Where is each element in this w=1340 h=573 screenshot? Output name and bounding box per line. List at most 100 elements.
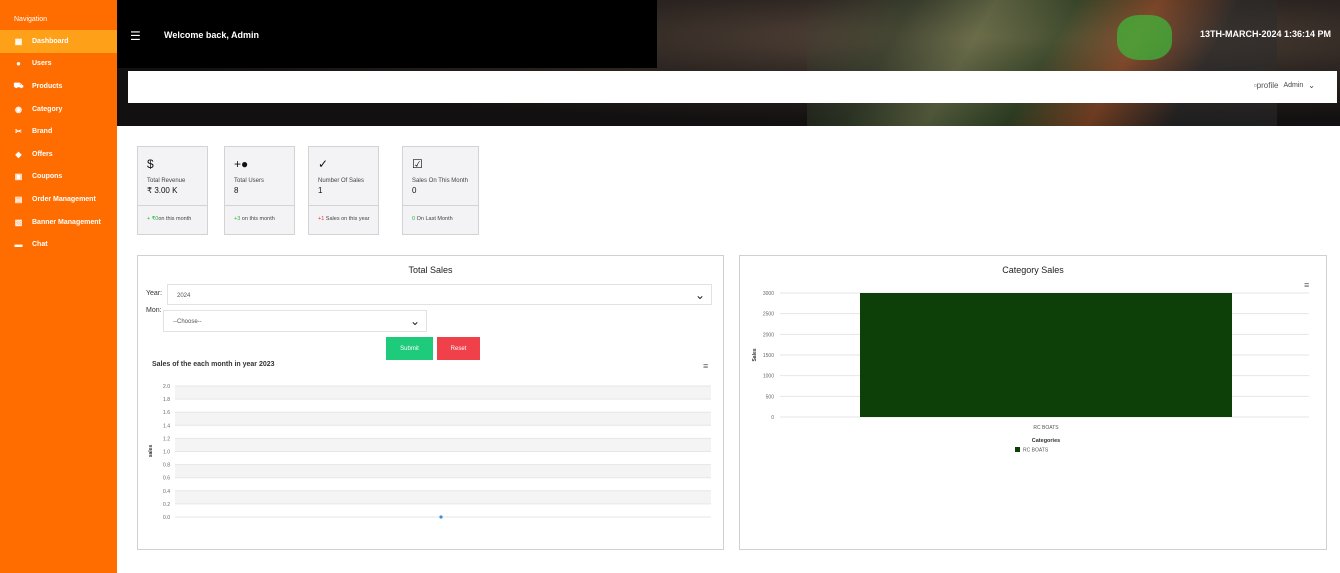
x-tick-label: RC BOATS — [1033, 425, 1059, 431]
y-tick-label: 2.0 — [163, 384, 170, 390]
year-select[interactable]: 2024 ⌄ — [167, 284, 712, 305]
sidebar-item-coupons[interactable]: ▣ Coupons — [0, 166, 117, 189]
sidebar-item-users[interactable]: ● Users — [0, 53, 117, 76]
stat-label: Number Of Sales — [318, 178, 365, 184]
sidebar-item-brand[interactable]: ✂ Brand — [0, 120, 117, 143]
stat-card-body: ✓ Number Of Sales 1 — [309, 147, 378, 206]
stat-change: + ₹0 — [147, 216, 159, 222]
grid-band — [175, 438, 711, 452]
x-axis-title: Categories — [1032, 438, 1060, 444]
profile-menu[interactable]: ▫profile Admin ⌄ — [1254, 81, 1315, 90]
datetime: 13TH-MARCH-2024 1:36:14 PM — [1199, 29, 1331, 39]
sidebar-item-chat[interactable]: ▬ Chat — [0, 233, 117, 256]
month-select-value: --Choose-- — [173, 319, 202, 325]
y-tick-label: 0.2 — [163, 502, 170, 508]
submit-button[interactable]: Submit — [386, 337, 433, 360]
sidebar-item-label: Banner Management — [32, 218, 101, 226]
legend-swatch — [1015, 447, 1020, 452]
cart-icon: ⛟ — [13, 81, 24, 91]
grid-band — [175, 412, 711, 426]
sidebar-item-products[interactable]: ⛟ Products — [0, 75, 117, 98]
chat-icon: ▬ — [14, 240, 23, 250]
stat-footer: 0 On Last Month — [403, 206, 478, 222]
line-chart: 2.0 1.8 1.6 1.4 1.2 1.0 0.8 0.6 0.4 0.2 0.0 sales — [148, 384, 711, 521]
check-square-icon: ☑ — [412, 157, 423, 171]
category-icon: ◉ — [15, 104, 22, 114]
reset-button[interactable]: Reset — [437, 337, 480, 360]
chevron-down-icon: ⌄ — [694, 288, 705, 302]
tag-icon: ◆ — [15, 149, 22, 159]
y-tick-label: 1.8 — [163, 397, 170, 403]
y-tick-label: 1.0 — [163, 450, 170, 456]
sidebar-item-dashboard[interactable]: ▦ Dashboard — [0, 30, 117, 53]
sidebar-item-label: Brand — [32, 128, 53, 136]
chart-menu-icon[interactable]: ≡ — [703, 361, 708, 371]
sidebar-item-label: Coupons — [32, 173, 63, 181]
grid-band — [175, 464, 711, 478]
bar-chart: 3000 2500 2000 1500 1000 500 0 Sales RC BOATS Cat… — [752, 291, 1309, 454]
grid-band — [175, 490, 711, 504]
year-label: Year: — [146, 290, 163, 297]
welcome-text: Welcome back, Admin — [164, 30, 260, 40]
stat-card: ✓ Number Of Sales 1 +1 Sales on this year — [308, 146, 379, 235]
sidebar-item-label: Dashboard — [32, 37, 69, 45]
data-point — [439, 515, 443, 519]
stat-label: Sales On This Month — [412, 178, 468, 184]
user-icon: ● — [16, 59, 21, 69]
y-tick-label: 2500 — [763, 312, 774, 318]
order-icon: ▤ — [14, 194, 23, 204]
y-axis-title: sales — [148, 445, 154, 458]
sidebar: Navigation ▦ Dashboard ● Users ⛟ Products ◉ Cat… — [0, 0, 117, 573]
check-circle-icon: ✓ — [318, 157, 329, 171]
stat-footer-text: Sales on this year — [324, 216, 370, 222]
y-tick-label: 3000 — [763, 291, 774, 297]
sidebar-item-order-management[interactable]: ▤ Order Management — [0, 188, 117, 211]
y-tick-label: 0.8 — [163, 463, 170, 469]
banner-image — [807, 0, 1277, 126]
sidebar-item-category[interactable]: ◉ Category — [0, 98, 117, 121]
sidebar-item-label: Chat — [32, 241, 48, 249]
y-tick-label: 1000 — [763, 374, 774, 380]
category-sales-title: Category Sales — [1002, 265, 1064, 275]
header-banner: ☰ Welcome back, Admin 13TH-MARCH-2024 1:… — [117, 0, 1340, 126]
sidebar-item-banner-management[interactable]: ▧ Banner Management — [0, 211, 117, 234]
profile-name: Admin — [1283, 82, 1304, 89]
dollar-icon: $ — [147, 157, 154, 171]
y-tick-label: 1500 — [763, 353, 774, 359]
stat-card-body: $ Total Revenue ₹ 3.00 K — [138, 147, 207, 206]
grid-icon: ▦ — [14, 36, 23, 46]
chevron-down-icon: ⌄ — [1308, 81, 1315, 90]
total-sales-title: Total Sales — [408, 265, 453, 275]
stat-label: Total Revenue — [147, 178, 186, 184]
y-tick-label: 2000 — [763, 332, 774, 338]
sidebar-item-label: Users — [32, 60, 52, 68]
avatar-alt: profile — [1256, 81, 1279, 90]
coupon-icon: ▣ — [14, 172, 23, 182]
year-select-value: 2024 — [177, 293, 191, 299]
sidebar-item-label: Offers — [32, 150, 53, 158]
banner-image-detail — [1117, 15, 1172, 60]
y-tick-label: 0.6 — [163, 476, 170, 482]
line-chart-title: Sales of the each month in year 2023 — [152, 361, 275, 368]
y-tick-label: 1.4 — [163, 423, 170, 429]
stat-value: 0 — [412, 186, 417, 195]
legend-label: RC BOATS — [1023, 448, 1049, 454]
month-label: Mon: — [146, 307, 162, 314]
banner-icon: ▧ — [14, 217, 23, 227]
stat-footer-text: On Last Month — [415, 216, 453, 222]
stat-value: ₹ 3.00 K — [147, 186, 178, 195]
stat-footer-text: on this month — [158, 216, 192, 222]
total-sales-panel: Total Sales Year: 2024 ⌄ Mon: --Choose--… — [137, 255, 724, 550]
stat-footer: + ₹0on this month — [138, 206, 207, 222]
sidebar-item-offers[interactable]: ◆ Offers — [0, 143, 117, 166]
y-tick-label: 1.6 — [163, 410, 170, 416]
sidebar-item-label: Order Management — [32, 195, 96, 203]
month-select[interactable]: --Choose-- ⌄ — [163, 310, 427, 332]
y-tick-label: 0.0 — [163, 515, 170, 521]
stat-card: ☑ Sales On This Month 0 0 On Last Month — [402, 146, 479, 235]
stat-footer: +3 on this month — [225, 206, 294, 222]
y-axis-title: Sales — [752, 348, 758, 361]
menu-toggle-icon[interactable]: ☰ — [130, 29, 141, 43]
brand-icon: ✂ — [15, 127, 22, 137]
chevron-down-icon: ⌄ — [409, 314, 420, 328]
